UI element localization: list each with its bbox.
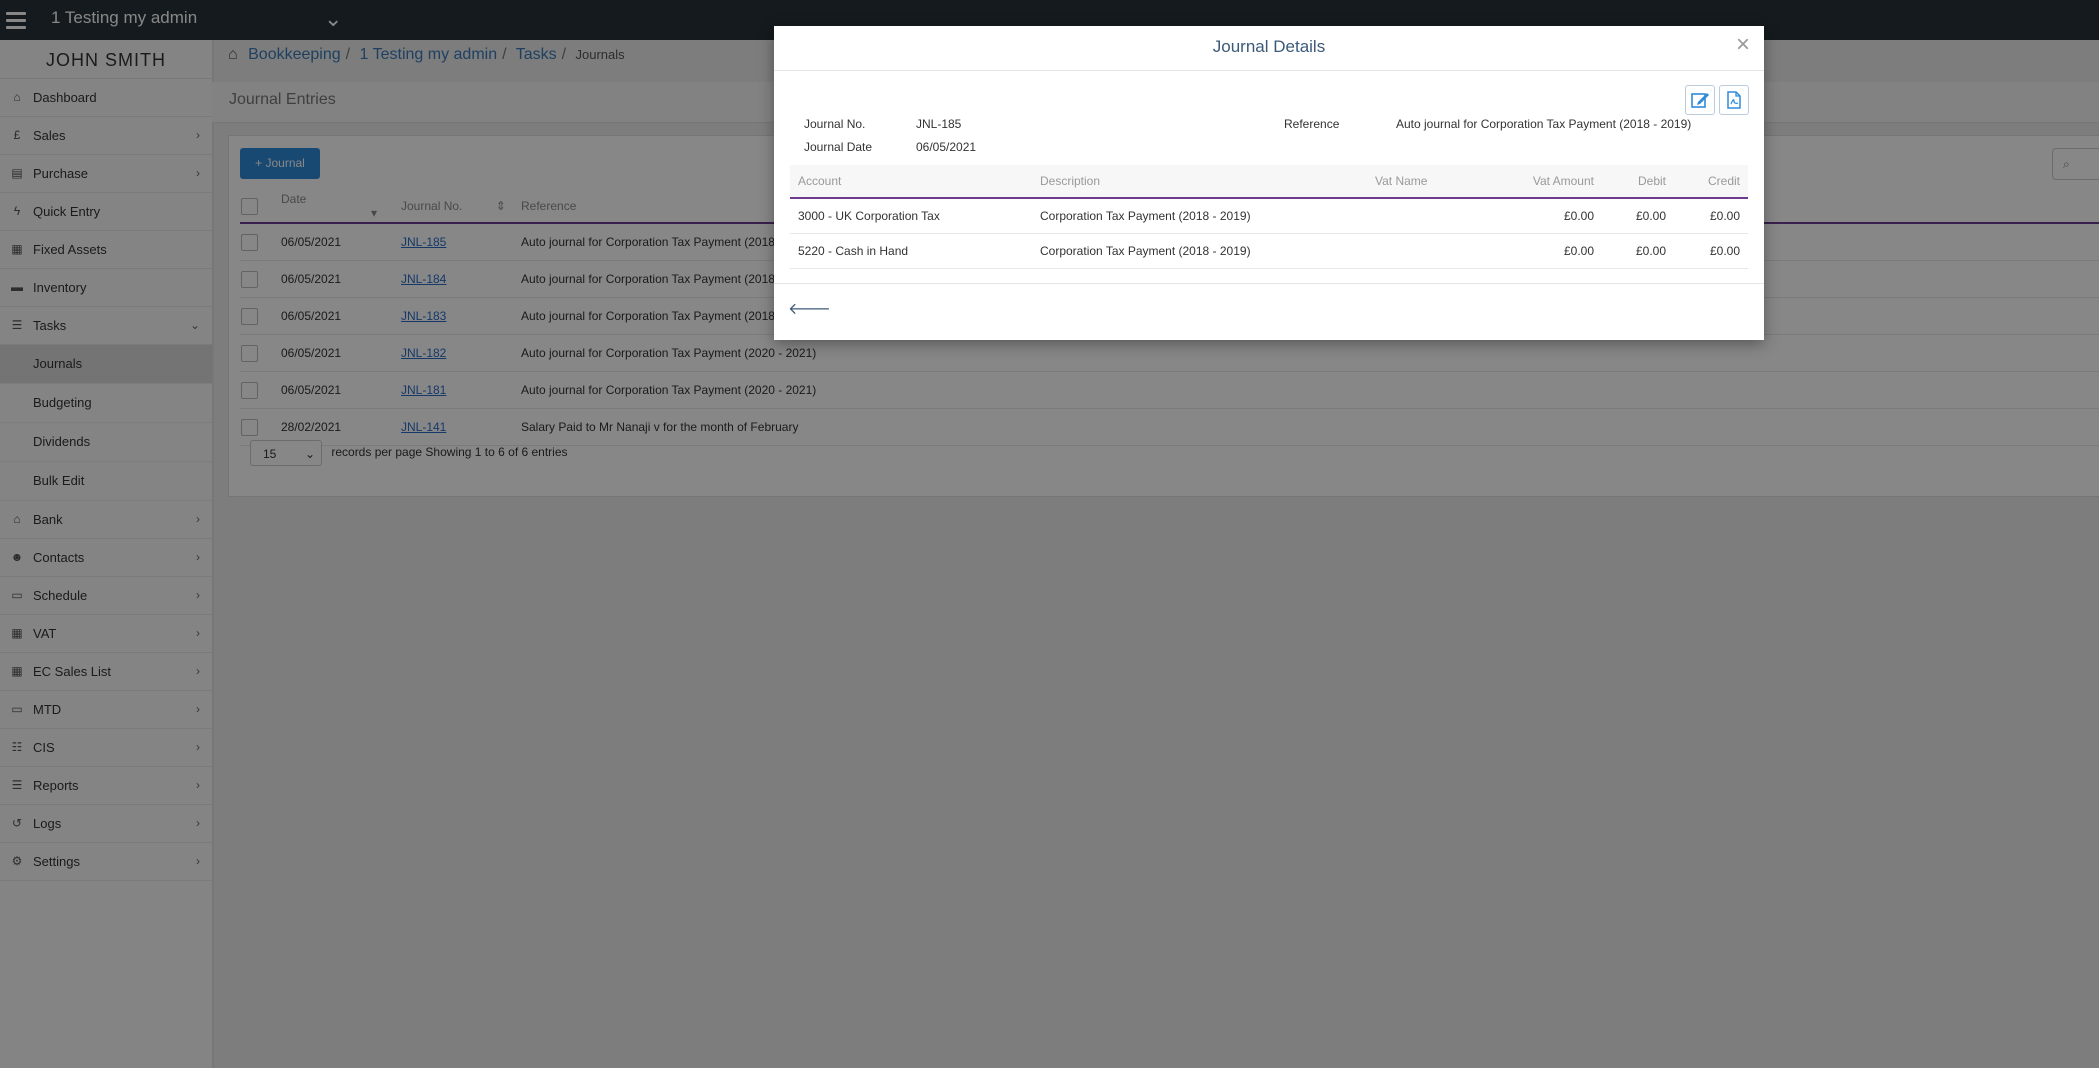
journal-date-value: 06/05/2021 (916, 140, 977, 154)
column-vat-amount: Vat Amount (1487, 165, 1602, 199)
line-debit: £0.00 (1602, 233, 1674, 269)
line-vat-amount: £0.00 (1487, 198, 1602, 234)
line-account: 3000 - UK Corporation Tax (790, 198, 1032, 234)
modal-footer: 🡐 (774, 283, 1764, 341)
journal-details-modal: Journal Details × Journal No. JNL-185 Jo… (774, 26, 1764, 340)
column-credit: Credit (1674, 165, 1748, 199)
line-account: 5220 - Cash in Hand (790, 233, 1032, 269)
journal-no-value: JNL-185 (916, 117, 962, 131)
column-description: Description (1032, 165, 1367, 199)
edit-icon (1691, 93, 1709, 108)
line-credit: £0.00 (1674, 233, 1748, 269)
line-vat-name (1367, 233, 1487, 269)
edit-button[interactable] (1685, 85, 1715, 115)
close-icon[interactable]: × (1736, 31, 1750, 59)
line-vat-amount: £0.00 (1487, 233, 1602, 269)
pdf-button[interactable] (1719, 85, 1749, 115)
line-debit: £0.00 (1602, 198, 1674, 234)
table-header-row: Account Description Vat Name Vat Amount … (790, 165, 1748, 199)
reference-label: Reference (1284, 117, 1340, 131)
table-row: 5220 - Cash in Hand Corporation Tax Paym… (790, 233, 1748, 269)
column-vat-name: Vat Name (1367, 165, 1487, 199)
line-description: Corporation Tax Payment (2018 - 2019) (1032, 198, 1367, 234)
column-account: Account (790, 165, 1032, 199)
modal-title: Journal Details (1212, 37, 1326, 56)
line-description: Corporation Tax Payment (2018 - 2019) (1032, 233, 1367, 269)
column-debit: Debit (1602, 165, 1674, 199)
pdf-icon (1727, 91, 1741, 109)
reference-value: Auto journal for Corporation Tax Payment… (1396, 117, 1692, 131)
line-credit: £0.00 (1674, 198, 1748, 234)
line-vat-name (1367, 198, 1487, 234)
journal-lines-table: Account Description Vat Name Vat Amount … (790, 165, 1748, 269)
journal-date-label: Journal Date (804, 140, 873, 154)
table-row: 3000 - UK Corporation Tax Corporation Ta… (790, 198, 1748, 234)
journal-no-label: Journal No. (804, 117, 866, 131)
back-arrow-icon[interactable]: 🡐 (788, 298, 831, 319)
